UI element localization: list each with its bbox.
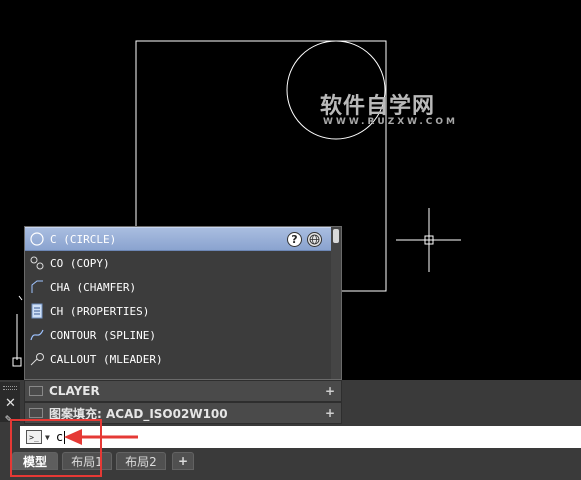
suggestion-copy[interactable]: CO (COPY) bbox=[25, 251, 331, 275]
circle-icon bbox=[29, 231, 45, 247]
help-button[interactable]: ? bbox=[287, 232, 302, 247]
panel-grip[interactable]: ✕ ✎ bbox=[0, 382, 20, 425]
suggestion-label: CO (COPY) bbox=[50, 256, 110, 270]
watermark-url: WWW.RUZXW.COM bbox=[323, 117, 458, 127]
annotation-arrow bbox=[64, 429, 138, 445]
suggestion-label: C (CIRCLE) bbox=[50, 232, 117, 246]
suggestion-label: CHA (CHAMFER) bbox=[50, 280, 137, 294]
tab-layout2[interactable]: 布局2 bbox=[116, 452, 166, 470]
history-label: CLAYER bbox=[49, 384, 100, 398]
history-icon bbox=[29, 408, 43, 418]
suggestion-chamfer[interactable]: CHA (CHAMFER) bbox=[25, 275, 331, 299]
suggestion-scrollbar[interactable] bbox=[331, 227, 341, 379]
autocomplete-list[interactable]: C (CIRCLE) ? CO (COPY) CHA (CHAMFER) CH … bbox=[24, 226, 342, 380]
crosshair-cursor bbox=[396, 208, 461, 272]
watermark-text: 软件自学网 bbox=[320, 94, 436, 119]
expand-icon[interactable]: + bbox=[325, 406, 335, 420]
close-icon[interactable]: ✕ bbox=[5, 396, 16, 411]
grip-dots-icon bbox=[3, 386, 17, 390]
mleader-icon bbox=[29, 351, 45, 367]
history-icon bbox=[29, 386, 43, 396]
suggestion-properties[interactable]: CH (PROPERTIES) bbox=[25, 299, 331, 323]
scrollbar-thumb[interactable] bbox=[333, 229, 339, 243]
expand-icon[interactable]: + bbox=[325, 384, 335, 398]
ucs-icon bbox=[12, 295, 23, 367]
suggestion-spline[interactable]: CONTOUR (SPLINE) bbox=[25, 323, 331, 347]
properties-icon bbox=[29, 303, 45, 319]
suggestion-label: CALLOUT (MLEADER) bbox=[50, 352, 163, 366]
spline-icon bbox=[29, 327, 45, 343]
chamfer-icon bbox=[29, 279, 45, 295]
suggestion-circle[interactable]: C (CIRCLE) ? bbox=[25, 227, 331, 251]
suggestion-label: CH (PROPERTIES) bbox=[50, 304, 150, 318]
suggestion-label: CONTOUR (SPLINE) bbox=[50, 328, 156, 342]
copy-icon bbox=[29, 255, 45, 271]
suggestion-mleader[interactable]: CALLOUT (MLEADER) bbox=[25, 347, 331, 371]
add-tab-button[interactable]: + bbox=[172, 452, 194, 470]
globe-icon[interactable] bbox=[307, 232, 322, 247]
history-row-clayer[interactable]: CLAYER + bbox=[24, 380, 342, 402]
